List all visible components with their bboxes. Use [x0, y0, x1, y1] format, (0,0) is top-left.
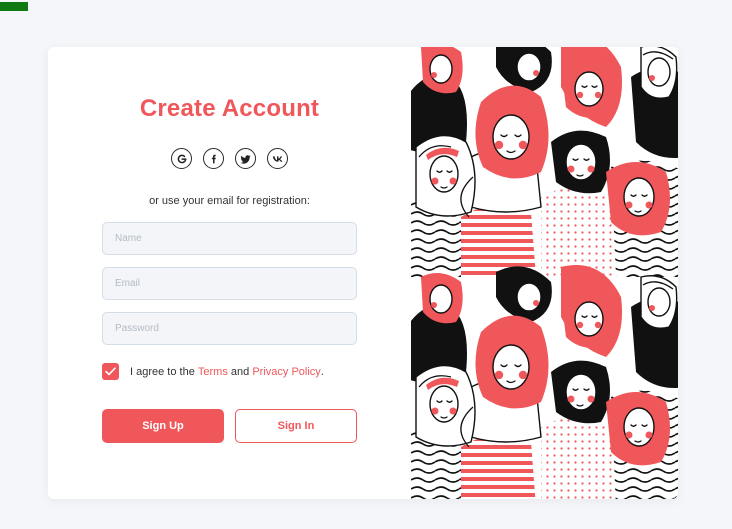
terms-link[interactable]: Terms — [198, 366, 228, 378]
google-login-button[interactable] — [171, 148, 192, 169]
registration-hint: or use your email for registration: — [149, 195, 310, 207]
agree-prefix: I agree to the — [130, 365, 195, 378]
agree-checkbox[interactable] — [102, 363, 119, 380]
privacy-policy-link[interactable]: Privacy Policy — [252, 366, 320, 378]
agree-suffix: . — [320, 365, 324, 378]
corner-marker — [0, 2, 28, 11]
password-field[interactable] — [102, 312, 357, 345]
page-title: Create Account — [139, 95, 320, 122]
crowd-illustration — [411, 47, 678, 499]
google-icon — [177, 154, 186, 163]
sign-in-button[interactable]: Sign In — [235, 409, 357, 443]
facebook-login-button[interactable] — [203, 148, 224, 169]
facebook-icon — [211, 154, 216, 163]
email-field[interactable] — [102, 267, 357, 300]
social-login-row — [171, 148, 288, 169]
name-field[interactable] — [102, 222, 357, 255]
agree-row: I agree to the Terms and Privacy Policy. — [102, 363, 324, 380]
twitter-icon — [240, 154, 251, 164]
signup-form: Create Account or use your email for reg… — [48, 47, 411, 499]
vk-login-button[interactable] — [267, 148, 288, 169]
signup-card: Create Account or use your email for reg… — [48, 47, 678, 499]
checkmark-icon — [105, 367, 116, 376]
vk-icon — [272, 155, 282, 162]
crowd-of-women-illustration — [411, 47, 678, 499]
twitter-login-button[interactable] — [235, 148, 256, 169]
sign-up-button[interactable]: Sign Up — [102, 409, 224, 443]
agree-conjunction: and — [230, 365, 250, 378]
